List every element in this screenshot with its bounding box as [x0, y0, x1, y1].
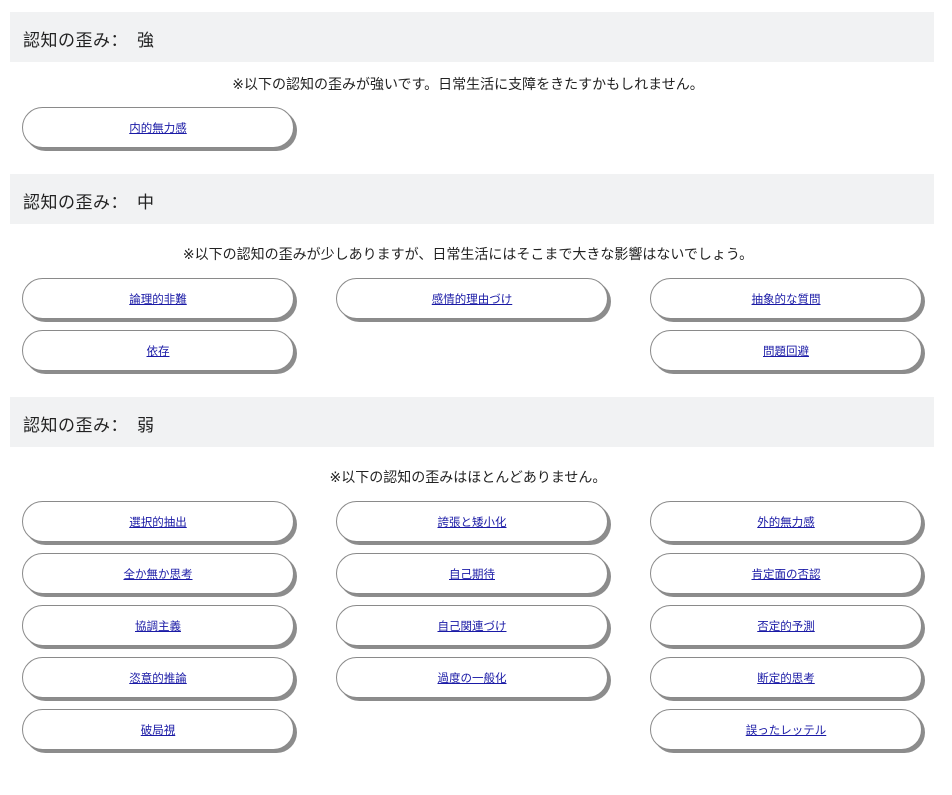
distortion-pill[interactable]: 自己関連づけ: [336, 605, 608, 646]
distortion-link[interactable]: 抽象的な質問: [752, 291, 821, 307]
section-header-weak: 認知の歪み： 弱: [10, 397, 934, 447]
distortion-link[interactable]: 内的無力感: [129, 120, 187, 136]
distortion-link[interactable]: 誤ったレッテル: [746, 722, 827, 738]
distortion-pill[interactable]: 破局視: [22, 709, 294, 750]
section-title-weak: 認知の歪み： 弱: [23, 416, 155, 436]
distortion-pill[interactable]: 恣意的推論: [22, 657, 294, 698]
distortion-pill[interactable]: 自己期待: [336, 553, 608, 594]
section-header-medium: 認知の歪み： 中: [10, 174, 934, 224]
distortion-link[interactable]: 過度の一般化: [438, 670, 507, 686]
distortion-link[interactable]: 誇張と矮小化: [438, 514, 507, 530]
section-notice-medium: ※以下の認知の歪みが少しありますが、日常生活にはそこまで大きな影響はないでしょう…: [182, 247, 754, 263]
distortion-pill[interactable]: 断定的思考: [650, 657, 922, 698]
distortion-link[interactable]: 外的無力感: [757, 514, 815, 530]
distortion-link[interactable]: 全か無か思考: [124, 566, 193, 582]
distortion-pill[interactable]: 否定的予測: [650, 605, 922, 646]
distortion-link[interactable]: 自己期待: [449, 566, 495, 582]
distortion-link[interactable]: 自己関連づけ: [438, 618, 507, 634]
distortion-link[interactable]: 問題回避: [763, 343, 809, 359]
section-header-strong: 認知の歪み： 強: [10, 12, 934, 62]
distortion-link[interactable]: 論理的非難: [129, 291, 187, 307]
section-title-strong: 認知の歪み： 強: [23, 31, 155, 51]
distortion-link[interactable]: 協調主義: [135, 618, 181, 634]
distortion-pill[interactable]: 論理的非難: [22, 278, 294, 319]
distortion-pill[interactable]: 肯定面の否認: [650, 553, 922, 594]
distortion-link[interactable]: 肯定面の否認: [752, 566, 821, 582]
section-notice-strong: ※以下の認知の歪みが強いです。日常生活に支障をきたすかもしれません。: [232, 77, 704, 93]
distortion-pill[interactable]: 誇張と矮小化: [336, 501, 608, 542]
section-title-medium: 認知の歪み： 中: [23, 193, 155, 213]
distortion-link[interactable]: 破局視: [141, 722, 176, 738]
distortion-link[interactable]: 選択的抽出: [129, 514, 187, 530]
distortion-link[interactable]: 感情的理由づけ: [432, 291, 513, 307]
distortion-pill[interactable]: 抽象的な質問: [650, 278, 922, 319]
distortion-pill[interactable]: 選択的抽出: [22, 501, 294, 542]
distortion-link[interactable]: 否定的予測: [757, 618, 815, 634]
distortion-pill[interactable]: 過度の一般化: [336, 657, 608, 698]
distortion-pill[interactable]: 問題回避: [650, 330, 922, 371]
distortion-pill[interactable]: 協調主義: [22, 605, 294, 646]
distortion-pill[interactable]: 外的無力感: [650, 501, 922, 542]
distortion-pill[interactable]: 感情的理由づけ: [336, 278, 608, 319]
distortion-pill[interactable]: 依存: [22, 330, 294, 371]
distortion-link[interactable]: 依存: [147, 343, 170, 359]
distortion-pill[interactable]: 誤ったレッテル: [650, 709, 922, 750]
distortion-link[interactable]: 断定的思考: [757, 670, 815, 686]
distortion-pill[interactable]: 全か無か思考: [22, 553, 294, 594]
distortion-link[interactable]: 恣意的推論: [129, 670, 187, 686]
section-notice-weak: ※以下の認知の歪みはほとんどありません。: [329, 470, 607, 486]
distortion-pill[interactable]: 内的無力感: [22, 107, 294, 148]
